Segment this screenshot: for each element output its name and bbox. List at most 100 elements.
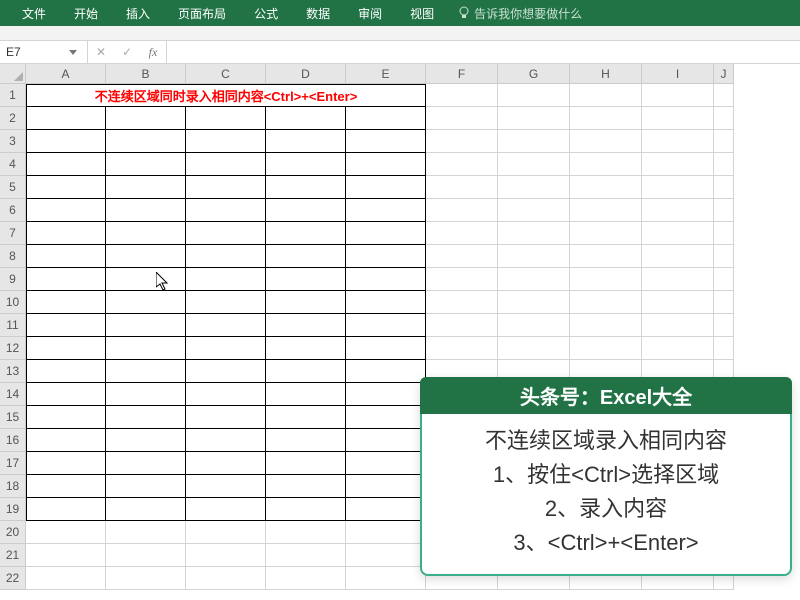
cell-I9[interactable]: [642, 268, 714, 291]
cell-E7[interactable]: [346, 222, 426, 245]
cell-J12[interactable]: [714, 337, 734, 360]
cell-E3[interactable]: [346, 130, 426, 153]
cell-F5[interactable]: [426, 176, 498, 199]
row-header-5[interactable]: 5: [0, 176, 26, 199]
cell-G10[interactable]: [498, 291, 570, 314]
cell-A7[interactable]: [26, 222, 106, 245]
tell-me-search[interactable]: 告诉我你想要做什么: [458, 5, 582, 22]
ribbon-tab-0[interactable]: 文件: [8, 0, 60, 26]
cell-F8[interactable]: [426, 245, 498, 268]
row-header-19[interactable]: 19: [0, 498, 26, 521]
cell-D20[interactable]: [266, 521, 346, 544]
row-header-1[interactable]: 1: [0, 84, 26, 107]
cell-I12[interactable]: [642, 337, 714, 360]
cell-D14[interactable]: [266, 383, 346, 406]
cell-A8[interactable]: [26, 245, 106, 268]
row-header-3[interactable]: 3: [0, 130, 26, 153]
cell-C5[interactable]: [186, 176, 266, 199]
cell-A16[interactable]: [26, 429, 106, 452]
cell-F1[interactable]: [426, 84, 498, 107]
confirm-formula-button[interactable]: ✓: [114, 41, 140, 63]
cell-H11[interactable]: [570, 314, 642, 337]
cell-C11[interactable]: [186, 314, 266, 337]
cell-E18[interactable]: [346, 475, 426, 498]
row-header-6[interactable]: 6: [0, 199, 26, 222]
row-header-17[interactable]: 17: [0, 452, 26, 475]
cell-I7[interactable]: [642, 222, 714, 245]
fx-button[interactable]: fx: [140, 41, 166, 63]
cell-H3[interactable]: [570, 130, 642, 153]
cell-G1[interactable]: [498, 84, 570, 107]
row-header-14[interactable]: 14: [0, 383, 26, 406]
cell-F9[interactable]: [426, 268, 498, 291]
cell-C6[interactable]: [186, 199, 266, 222]
cell-C16[interactable]: [186, 429, 266, 452]
cell-C21[interactable]: [186, 544, 266, 567]
cell-C17[interactable]: [186, 452, 266, 475]
ribbon-tab-3[interactable]: 页面布局: [164, 0, 240, 26]
cell-E5[interactable]: [346, 176, 426, 199]
cell-A5[interactable]: [26, 176, 106, 199]
cell-E10[interactable]: [346, 291, 426, 314]
cell-H10[interactable]: [570, 291, 642, 314]
ribbon-tab-2[interactable]: 插入: [112, 0, 164, 26]
cell-D17[interactable]: [266, 452, 346, 475]
select-all-corner[interactable]: [0, 64, 26, 84]
cell-A6[interactable]: [26, 199, 106, 222]
cell-E19[interactable]: [346, 498, 426, 521]
row-header-11[interactable]: 11: [0, 314, 26, 337]
cell-B3[interactable]: [106, 130, 186, 153]
cell-E9[interactable]: [346, 268, 426, 291]
ribbon-tab-5[interactable]: 数据: [292, 0, 344, 26]
column-header-F[interactable]: F: [426, 64, 498, 84]
cell-A11[interactable]: [26, 314, 106, 337]
cell-E11[interactable]: [346, 314, 426, 337]
cell-F2[interactable]: [426, 107, 498, 130]
ribbon-tab-6[interactable]: 审阅: [344, 0, 396, 26]
cell-I2[interactable]: [642, 107, 714, 130]
cell-D19[interactable]: [266, 498, 346, 521]
column-header-I[interactable]: I: [642, 64, 714, 84]
cell-B11[interactable]: [106, 314, 186, 337]
cell-I11[interactable]: [642, 314, 714, 337]
cell-F4[interactable]: [426, 153, 498, 176]
cell-D21[interactable]: [266, 544, 346, 567]
cell-D13[interactable]: [266, 360, 346, 383]
cell-B9[interactable]: [106, 268, 186, 291]
cell-F12[interactable]: [426, 337, 498, 360]
cell-H4[interactable]: [570, 153, 642, 176]
cell-J8[interactable]: [714, 245, 734, 268]
cell-J5[interactable]: [714, 176, 734, 199]
cell-A2[interactable]: [26, 107, 106, 130]
cell-B21[interactable]: [106, 544, 186, 567]
cell-G3[interactable]: [498, 130, 570, 153]
cell-D5[interactable]: [266, 176, 346, 199]
cell-E16[interactable]: [346, 429, 426, 452]
cell-J11[interactable]: [714, 314, 734, 337]
column-header-D[interactable]: D: [266, 64, 346, 84]
cell-B20[interactable]: [106, 521, 186, 544]
cell-G4[interactable]: [498, 153, 570, 176]
row-header-21[interactable]: 21: [0, 544, 26, 567]
cell-D9[interactable]: [266, 268, 346, 291]
cell-D2[interactable]: [266, 107, 346, 130]
row-header-15[interactable]: 15: [0, 406, 26, 429]
cell-E13[interactable]: [346, 360, 426, 383]
cell-J1[interactable]: [714, 84, 734, 107]
cell-I6[interactable]: [642, 199, 714, 222]
row-header-22[interactable]: 22: [0, 567, 26, 590]
cell-B15[interactable]: [106, 406, 186, 429]
cell-B10[interactable]: [106, 291, 186, 314]
cell-C10[interactable]: [186, 291, 266, 314]
cell-A3[interactable]: [26, 130, 106, 153]
cell-E20[interactable]: [346, 521, 426, 544]
cell-D10[interactable]: [266, 291, 346, 314]
cell-I10[interactable]: [642, 291, 714, 314]
cell-G7[interactable]: [498, 222, 570, 245]
cell-A4[interactable]: [26, 153, 106, 176]
cell-D18[interactable]: [266, 475, 346, 498]
cell-C22[interactable]: [186, 567, 266, 590]
cell-A10[interactable]: [26, 291, 106, 314]
cell-A18[interactable]: [26, 475, 106, 498]
cell-C13[interactable]: [186, 360, 266, 383]
